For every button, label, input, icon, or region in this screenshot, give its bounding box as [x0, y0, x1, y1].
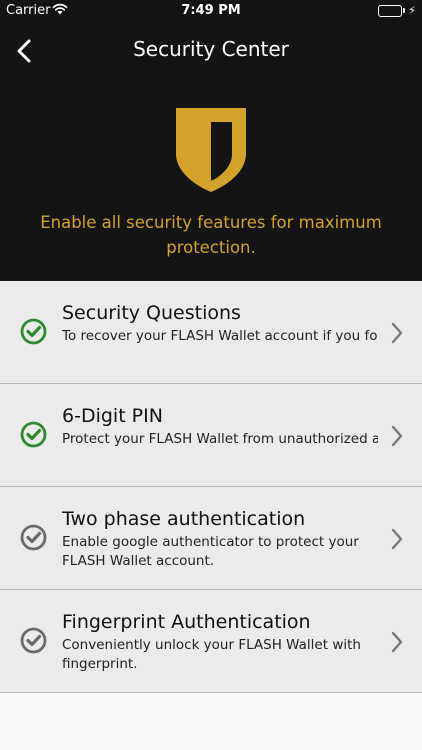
shield-icon	[176, 108, 246, 192]
status-time: 7:49 PM	[181, 3, 241, 18]
item-title: Fingerprint Authentication	[62, 611, 311, 633]
check-circle-icon	[20, 627, 47, 654]
status-bar: Carrier 7:49 PM ⚡	[0, 0, 422, 22]
charging-bolt-icon: ⚡	[408, 4, 416, 17]
security-features-list: Security Questions To recover your FLASH…	[0, 281, 422, 693]
item-title: 6-Digit PIN	[62, 405, 163, 427]
security-item-two-phase-authentication[interactable]: Two phase authentication Enable google a…	[0, 487, 422, 590]
item-description: Conveniently unlock your FLASH Wallet wi…	[62, 637, 361, 672]
header: Carrier 7:49 PM ⚡ Security Center Enable…	[0, 0, 422, 281]
check-circle-icon	[20, 524, 47, 551]
check-circle-icon	[20, 421, 47, 448]
chevron-right-icon	[391, 425, 403, 447]
page-title: Security Center	[133, 37, 289, 61]
security-item-6-digit-pin[interactable]: 6-Digit PIN Protect your FLASH Wallet fr…	[0, 384, 422, 487]
chevron-right-icon	[391, 322, 403, 344]
item-description: Protect your FLASH Wallet from unauthori…	[62, 431, 378, 447]
security-tagline: Enable all security features for maximum…	[40, 213, 382, 257]
security-item-security-questions[interactable]: Security Questions To recover your FLASH…	[0, 281, 422, 384]
item-title: Two phase authentication	[62, 508, 306, 530]
navbar: Security Center	[0, 28, 422, 72]
chevron-right-icon	[391, 631, 403, 653]
item-title: Security Questions	[62, 302, 241, 324]
item-description: Enable google authenticator to protect y…	[62, 534, 359, 569]
security-item-fingerprint-authentication[interactable]: Fingerprint Authentication Conveniently …	[0, 590, 422, 693]
check-circle-icon	[20, 318, 47, 345]
item-description: To recover your FLASH Wallet account if …	[62, 328, 378, 344]
chevron-right-icon	[391, 528, 403, 550]
battery-icon: ⚡	[378, 4, 416, 17]
